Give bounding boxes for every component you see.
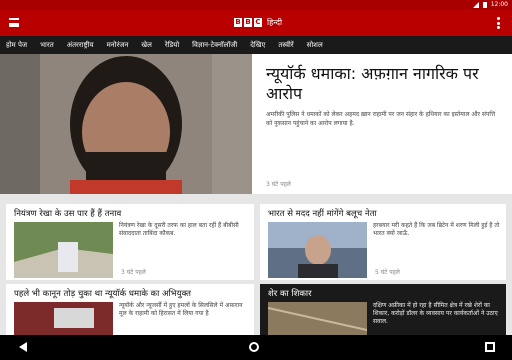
nav-international[interactable]: अंतरराष्ट्रीय bbox=[67, 41, 94, 50]
home-icon[interactable] bbox=[249, 342, 259, 352]
bbc-logo-c: C bbox=[254, 18, 262, 27]
hero-summary: अमरीकी पुलिस ने धमाकों को लेकर अहमद ख़ान… bbox=[266, 111, 496, 127]
nav-india[interactable]: भारत bbox=[40, 41, 54, 50]
app-bar: B B C हिन्दी bbox=[0, 10, 512, 36]
story-title[interactable]: भारत से मदद नहीं मांगेंगे बलूच नेता bbox=[260, 204, 506, 223]
story-card[interactable]: भारत से मदद नहीं मांगेंगे बलूच नेता हरबय… bbox=[260, 204, 506, 280]
hero-timestamp: 3 घंटे पहले bbox=[266, 181, 291, 188]
story-thumbnail[interactable] bbox=[14, 302, 113, 336]
story-thumbnail[interactable] bbox=[14, 222, 113, 278]
bbc-logo-b1: B bbox=[234, 18, 242, 27]
hero-story[interactable]: न्यूयॉर्क धमाका: अफ़ग़ान नागरिक पर आरोप … bbox=[252, 54, 512, 194]
hamburger-menu-icon[interactable] bbox=[9, 18, 19, 27]
nav-entertainment[interactable]: मनोरंजन bbox=[107, 41, 129, 50]
bbc-logo-b2: B bbox=[244, 18, 252, 27]
edition-label: हिन्दी bbox=[267, 18, 283, 27]
signal-icon bbox=[472, 1, 479, 8]
bbc-logo[interactable]: B B C हिन्दी bbox=[234, 17, 282, 28]
story-photo bbox=[268, 302, 367, 336]
story-timestamp: 5 घंटे पहले bbox=[375, 269, 400, 276]
status-right: 12:00 bbox=[472, 1, 508, 8]
story-card[interactable]: शेर का शिकार दक्षिण अफ्रीका में हो रहा ह… bbox=[260, 284, 506, 336]
story-thumbnail[interactable] bbox=[268, 222, 367, 278]
story-timestamp: 3 घंटे पहले bbox=[121, 269, 146, 276]
story-photo bbox=[14, 302, 113, 336]
hero-image[interactable] bbox=[0, 54, 252, 194]
back-icon[interactable] bbox=[19, 342, 27, 352]
hero-portrait bbox=[0, 54, 252, 194]
nav-radio[interactable]: रेडियो bbox=[165, 41, 179, 50]
story-summary: नियंत्रण रेखा के दूसरी तरफ का हाल बता रह… bbox=[119, 222, 239, 237]
story-title[interactable]: शेर का शिकार bbox=[260, 284, 506, 303]
status-time: 12:00 bbox=[490, 1, 508, 8]
story-summary: दक्षिण अफ्रीका में हो रहा है सीमित क्षेत… bbox=[373, 302, 498, 325]
story-summary: न्यूयॉर्क और न्यूजर्सी में हुए हमलों के … bbox=[119, 302, 243, 317]
section-nav: होम पेज भारत अंतरराष्ट्रीय मनोरंजन खेल र… bbox=[0, 36, 512, 54]
story-title[interactable]: पहले भी कानून तोड़ चुका था न्यूयॉर्क धमा… bbox=[6, 284, 254, 303]
story-summary: हरबयार मरी कहते हैं कि जब ब्रिटेन में शर… bbox=[373, 222, 500, 237]
battery-icon bbox=[482, 1, 487, 8]
story-photo bbox=[14, 222, 113, 278]
nav-home[interactable]: होम पेज bbox=[6, 41, 27, 50]
story-title[interactable]: नियंत्रण रेखा के उस पार हैं हैं तनाव bbox=[6, 204, 254, 223]
story-card[interactable]: नियंत्रण रेखा के उस पार हैं हैं तनाव निय… bbox=[6, 204, 254, 280]
more-options-icon[interactable] bbox=[497, 17, 500, 29]
status-bar: 12:00 bbox=[0, 0, 512, 10]
nav-sports[interactable]: खेल bbox=[141, 41, 151, 50]
story-card[interactable]: पहले भी कानून तोड़ चुका था न्यूयॉर्क धमा… bbox=[6, 284, 254, 336]
system-nav-bar bbox=[0, 335, 512, 360]
nav-pictures[interactable]: तस्वीरें bbox=[278, 41, 293, 50]
story-photo bbox=[268, 222, 367, 278]
recent-apps-icon[interactable] bbox=[485, 342, 495, 352]
nav-social[interactable]: सोशल bbox=[307, 41, 323, 50]
nav-watch[interactable]: देखिए bbox=[250, 41, 265, 50]
nav-science-tech[interactable]: विज्ञान-टेक्नॉलॉजी bbox=[192, 41, 237, 50]
story-thumbnail[interactable] bbox=[268, 302, 367, 336]
hero-headline[interactable]: न्यूयॉर्क धमाका: अफ़ग़ान नागरिक पर आरोप bbox=[266, 64, 498, 104]
